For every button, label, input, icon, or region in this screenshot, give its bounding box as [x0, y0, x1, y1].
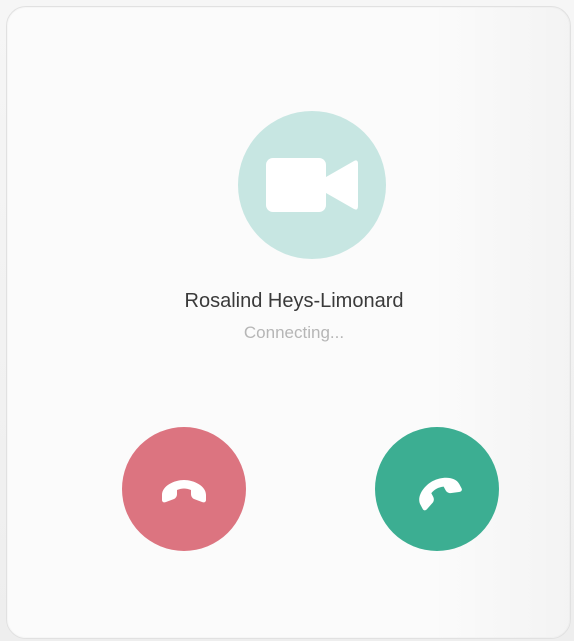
call-card: Rosalind Heys-Limonard Connecting... [6, 6, 571, 639]
call-screen: Rosalind Heys-Limonard Connecting... [0, 0, 574, 641]
accept-call-button[interactable] [375, 427, 499, 551]
caller-name: Rosalind Heys-Limonard [184, 290, 404, 312]
video-camera-icon [266, 158, 358, 212]
video-call-avatar [238, 111, 386, 259]
phone-hangup-icon [162, 480, 206, 503]
phone-answer-icon [419, 477, 462, 511]
call-status: Connecting... [243, 323, 345, 342]
decline-call-button[interactable] [122, 427, 246, 551]
